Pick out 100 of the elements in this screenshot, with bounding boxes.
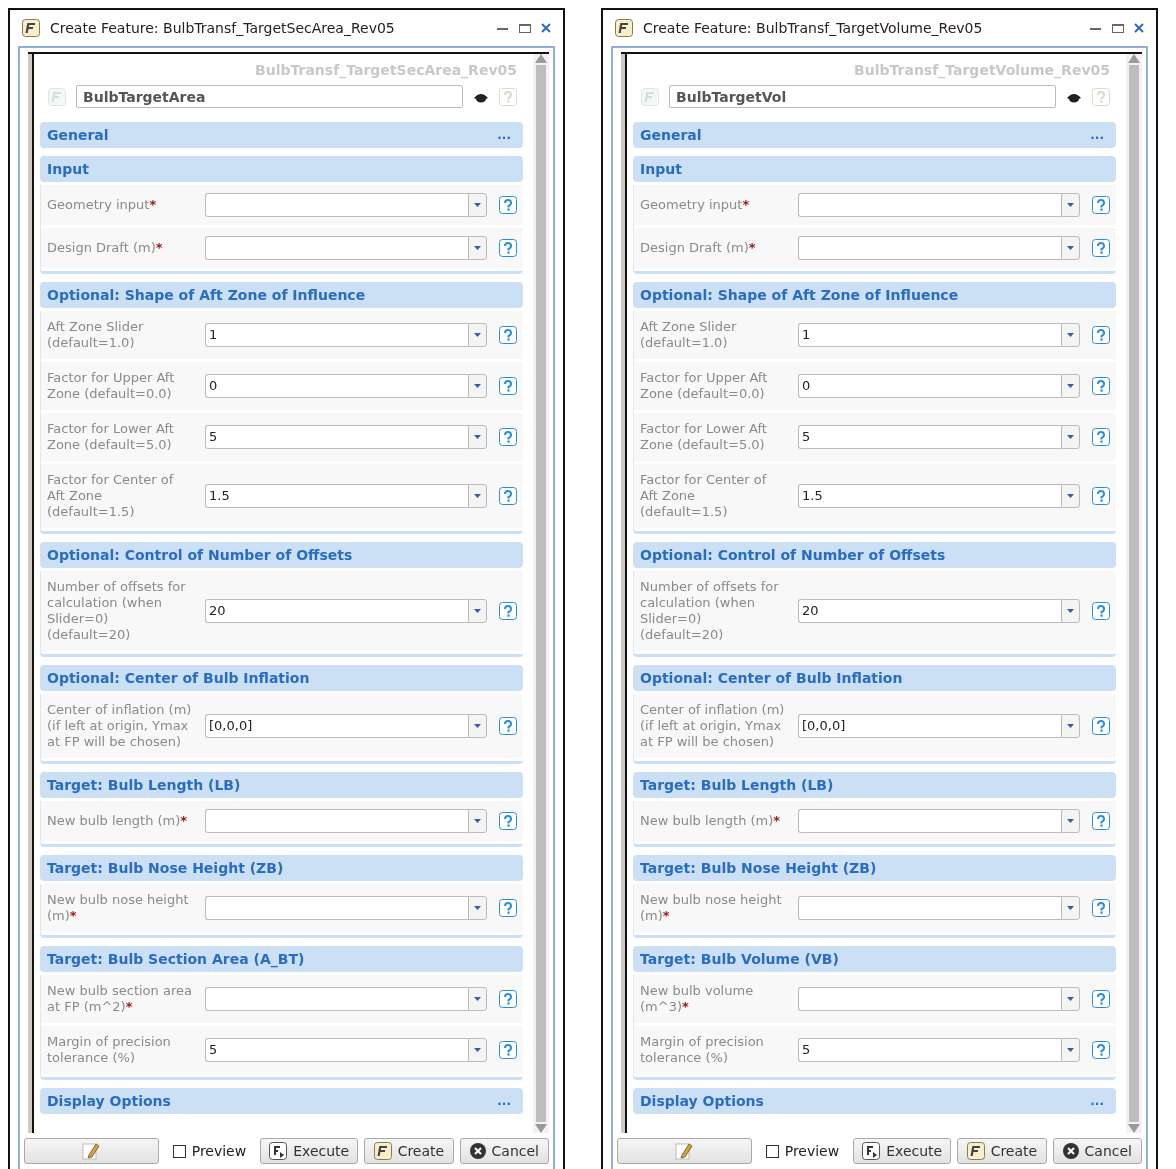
help-icon[interactable] [499, 812, 517, 830]
combo-field[interactable]: [0,0,0] [205, 714, 468, 738]
dropdown-button[interactable] [1061, 714, 1080, 738]
scroll-down-icon[interactable] [535, 1124, 547, 1133]
dropdown-button[interactable] [1061, 599, 1080, 623]
section-header[interactable]: Optional: Shape of Aft Zone of Influence [40, 282, 523, 308]
help-icon[interactable] [1092, 428, 1110, 446]
help-icon[interactable] [1092, 377, 1110, 395]
more-menu[interactable]: ... [497, 126, 511, 144]
dropdown-button[interactable] [468, 193, 487, 217]
scroll-up-icon[interactable] [535, 54, 547, 63]
dropdown-button[interactable] [468, 714, 487, 738]
combo-field[interactable]: 20 [205, 599, 468, 623]
edit-button[interactable] [617, 1138, 752, 1164]
dropdown-button[interactable] [1061, 809, 1080, 833]
more-menu[interactable]: ... [1090, 126, 1104, 144]
dropdown-button[interactable] [1061, 896, 1080, 920]
combo-field[interactable]: [0,0,0] [798, 714, 1061, 738]
help-icon[interactable] [499, 990, 517, 1008]
dropdown-button[interactable] [1061, 1038, 1080, 1062]
help-icon[interactable] [1092, 1041, 1110, 1059]
dropdown-button[interactable] [468, 987, 487, 1011]
combo-field[interactable]: 0 [798, 374, 1061, 398]
dropdown-button[interactable] [1061, 374, 1080, 398]
combo-field[interactable] [205, 236, 468, 260]
dropdown-button[interactable] [1061, 987, 1080, 1011]
combo-field[interactable]: 20 [798, 599, 1061, 623]
scroll-up-icon[interactable] [1128, 54, 1140, 63]
create-button[interactable]: Create [364, 1138, 454, 1164]
dropdown-button[interactable] [468, 484, 487, 508]
help-icon[interactable] [499, 602, 517, 620]
combo-field[interactable] [798, 236, 1061, 260]
help-icon[interactable] [499, 377, 517, 395]
section-header[interactable]: Target: Bulb Length (LB) [633, 772, 1116, 798]
help-icon[interactable] [1092, 196, 1110, 214]
name-field[interactable]: BulbTargetVol [669, 85, 1056, 108]
help-icon[interactable] [1092, 990, 1110, 1008]
help-icon[interactable] [499, 1041, 517, 1059]
dropdown-button[interactable] [1061, 425, 1080, 449]
dropdown-button[interactable] [468, 1038, 487, 1062]
dropdown-button[interactable] [1061, 323, 1080, 347]
cancel-button[interactable]: Cancel [459, 1138, 549, 1164]
help-icon[interactable] [499, 717, 517, 735]
dropdown-button[interactable] [468, 323, 487, 347]
execute-button[interactable]: Execute [853, 1138, 952, 1164]
combo-field[interactable]: 5 [205, 425, 468, 449]
maximize-icon[interactable] [519, 22, 531, 34]
scroll-down-icon[interactable] [1128, 1124, 1140, 1133]
section-header[interactable]: Input [40, 156, 523, 182]
help-icon[interactable] [499, 899, 517, 917]
section-header[interactable]: General ... [40, 122, 523, 148]
cancel-button[interactable]: Cancel [1052, 1138, 1142, 1164]
help-icon[interactable] [1092, 899, 1110, 917]
section-header[interactable]: Target: Bulb Volume (VB) [633, 946, 1116, 972]
combo-field[interactable] [798, 193, 1061, 217]
help-icon[interactable] [499, 487, 517, 505]
preview-checkbox[interactable]: Preview [172, 1140, 247, 1162]
combo-field[interactable] [798, 809, 1061, 833]
dropdown-button[interactable] [468, 236, 487, 260]
section-header[interactable]: Target: Bulb Nose Height (ZB) [633, 855, 1116, 881]
help-icon[interactable] [499, 196, 517, 214]
dropdown-button[interactable] [468, 425, 487, 449]
section-header[interactable]: Optional: Center of Bulb Inflation [633, 665, 1116, 691]
combo-field[interactable] [798, 987, 1061, 1011]
name-field[interactable]: BulbTargetArea [76, 85, 463, 108]
combo-field[interactable]: 5 [798, 425, 1061, 449]
section-header[interactable]: Display Options ... [633, 1088, 1116, 1114]
create-button[interactable]: Create [957, 1138, 1047, 1164]
combo-field[interactable]: 1.5 [798, 484, 1061, 508]
dropdown-button[interactable] [1061, 236, 1080, 260]
combo-field[interactable] [205, 987, 468, 1011]
combo-field[interactable] [798, 896, 1061, 920]
combo-field[interactable] [205, 896, 468, 920]
execute-button[interactable]: Execute [260, 1138, 359, 1164]
more-menu[interactable]: ... [1090, 1092, 1104, 1110]
dropdown-button[interactable] [468, 599, 487, 623]
combo-field[interactable]: 5 [205, 1038, 468, 1062]
combo-field[interactable]: 1 [205, 323, 468, 347]
help-icon[interactable] [499, 239, 517, 257]
section-header[interactable]: Input [633, 156, 1116, 182]
section-header[interactable]: General ... [633, 122, 1116, 148]
close-icon[interactable] [1134, 23, 1144, 33]
help-icon[interactable] [1092, 717, 1110, 735]
combo-field[interactable] [205, 193, 468, 217]
section-header[interactable]: Optional: Control of Number of Offsets [633, 542, 1116, 568]
section-header[interactable]: Optional: Center of Bulb Inflation [40, 665, 523, 691]
dropdown-button[interactable] [468, 809, 487, 833]
combo-field[interactable]: 0 [205, 374, 468, 398]
section-header[interactable]: Target: Bulb Nose Height (ZB) [40, 855, 523, 881]
help-icon[interactable] [1092, 326, 1110, 344]
combo-field[interactable] [205, 809, 468, 833]
maximize-icon[interactable] [1112, 22, 1124, 34]
close-icon[interactable] [541, 23, 551, 33]
help-icon[interactable] [1092, 812, 1110, 830]
dropdown-button[interactable] [1061, 484, 1080, 508]
combo-field[interactable]: 5 [798, 1038, 1061, 1062]
section-header[interactable]: Optional: Shape of Aft Zone of Influence [633, 282, 1116, 308]
more-menu[interactable]: ... [497, 1092, 511, 1110]
help-icon[interactable] [1092, 239, 1110, 257]
edit-button[interactable] [24, 1138, 159, 1164]
